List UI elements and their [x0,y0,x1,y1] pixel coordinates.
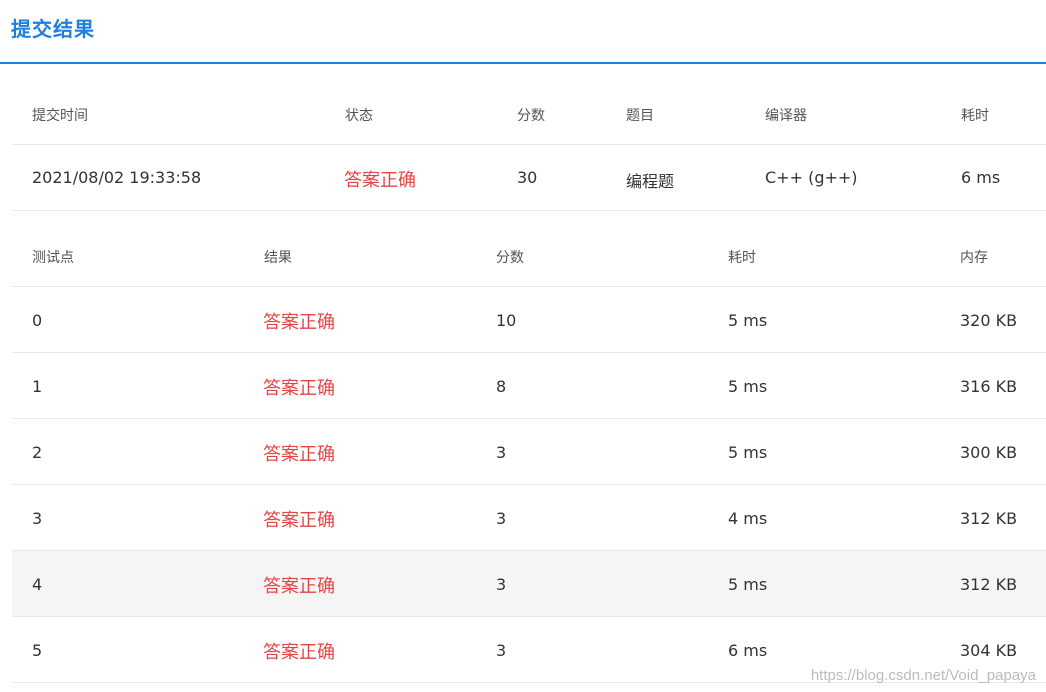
testcase-result: 答案正确 [263,642,335,663]
testcase-row-hovered: 4 答案正确 3 5 ms 312 KB [12,551,1046,617]
column-header-time: 耗时 [961,108,989,124]
testcase-result: 答案正确 [263,576,335,597]
testcase-memory: 312 KB [960,575,1018,594]
submit-time: 2021/08/02 19:33:58 [32,168,202,187]
column-header-compiler: 编译器 [765,108,807,124]
elapsed-time: 6 ms [961,168,1001,187]
testcase-row: 2 答案正确 3 5 ms 300 KB [12,419,1046,485]
testcase-time: 5 ms [728,311,768,330]
summary-header-row: 提交时间 状态 分数 题目 编译器 耗时 [12,84,1046,145]
testcase-time: 6 ms [728,641,768,660]
testcase-time: 5 ms [728,575,768,594]
column-header-memory: 内存 [960,250,988,266]
testcase-id: 1 [32,377,43,396]
column-header-submit-time: 提交时间 [32,108,88,124]
testcase-score: 10 [496,311,517,330]
column-header-problem: 题目 [626,108,654,124]
testcase-row: 3 答案正确 3 4 ms 312 KB [12,485,1046,551]
testcase-memory: 300 KB [960,443,1018,462]
column-header-status: 状态 [345,108,373,124]
page-title: 提交结果 [11,17,95,41]
testcase-header-row: 测试点 结果 分数 耗时 内存 [12,226,1046,287]
compiler-name: C++ (g++) [765,168,858,187]
watermark: https://blog.csdn.net/Void_papaya [810,667,1036,684]
testcase-id: 4 [32,575,43,594]
testcase-id: 5 [32,641,43,660]
column-header-score: 分数 [517,108,545,124]
column-header-result: 结果 [264,250,292,266]
testcase-time: 5 ms [728,377,768,396]
testcase-memory: 320 KB [960,311,1018,330]
page-header: 提交结果 [0,0,1046,64]
testcase-memory: 316 KB [960,377,1018,396]
testcase-score: 3 [496,575,507,594]
summary-table: 提交时间 状态 分数 题目 编译器 耗时 2021/08/02 19:33:58… [12,84,1046,211]
testcase-row: 1 答案正确 8 5 ms 316 KB [12,353,1046,419]
testcase-result: 答案正确 [263,444,335,465]
testcase-table: 测试点 结果 分数 耗时 内存 0 答案正确 10 5 ms 320 KB 1 … [12,226,1046,683]
testcase-result: 答案正确 [263,312,335,333]
testcase-time: 5 ms [728,443,768,462]
testcase-score: 8 [496,377,507,396]
testcase-result: 答案正确 [263,378,335,399]
testcase-time: 4 ms [728,509,768,528]
summary-row: 2021/08/02 19:33:58 答案正确 30 编程题 C++ (g++… [12,145,1046,211]
column-header-testcase: 测试点 [32,250,74,266]
column-header-time: 耗时 [728,250,756,266]
testcase-score: 3 [496,443,507,462]
problem-name[interactable]: 编程题 [626,168,674,192]
testcase-memory: 304 KB [960,641,1018,660]
testcase-id: 3 [32,509,43,528]
total-score: 30 [517,168,538,187]
testcase-row: 0 答案正确 10 5 ms 320 KB [12,287,1046,353]
testcase-score: 3 [496,509,507,528]
column-header-score: 分数 [496,250,524,266]
testcase-result: 答案正确 [263,510,335,531]
testcase-id: 0 [32,311,43,330]
status-badge: 答案正确 [344,170,416,191]
testcase-id: 2 [32,443,43,462]
testcase-score: 3 [496,641,507,660]
testcase-memory: 312 KB [960,509,1018,528]
